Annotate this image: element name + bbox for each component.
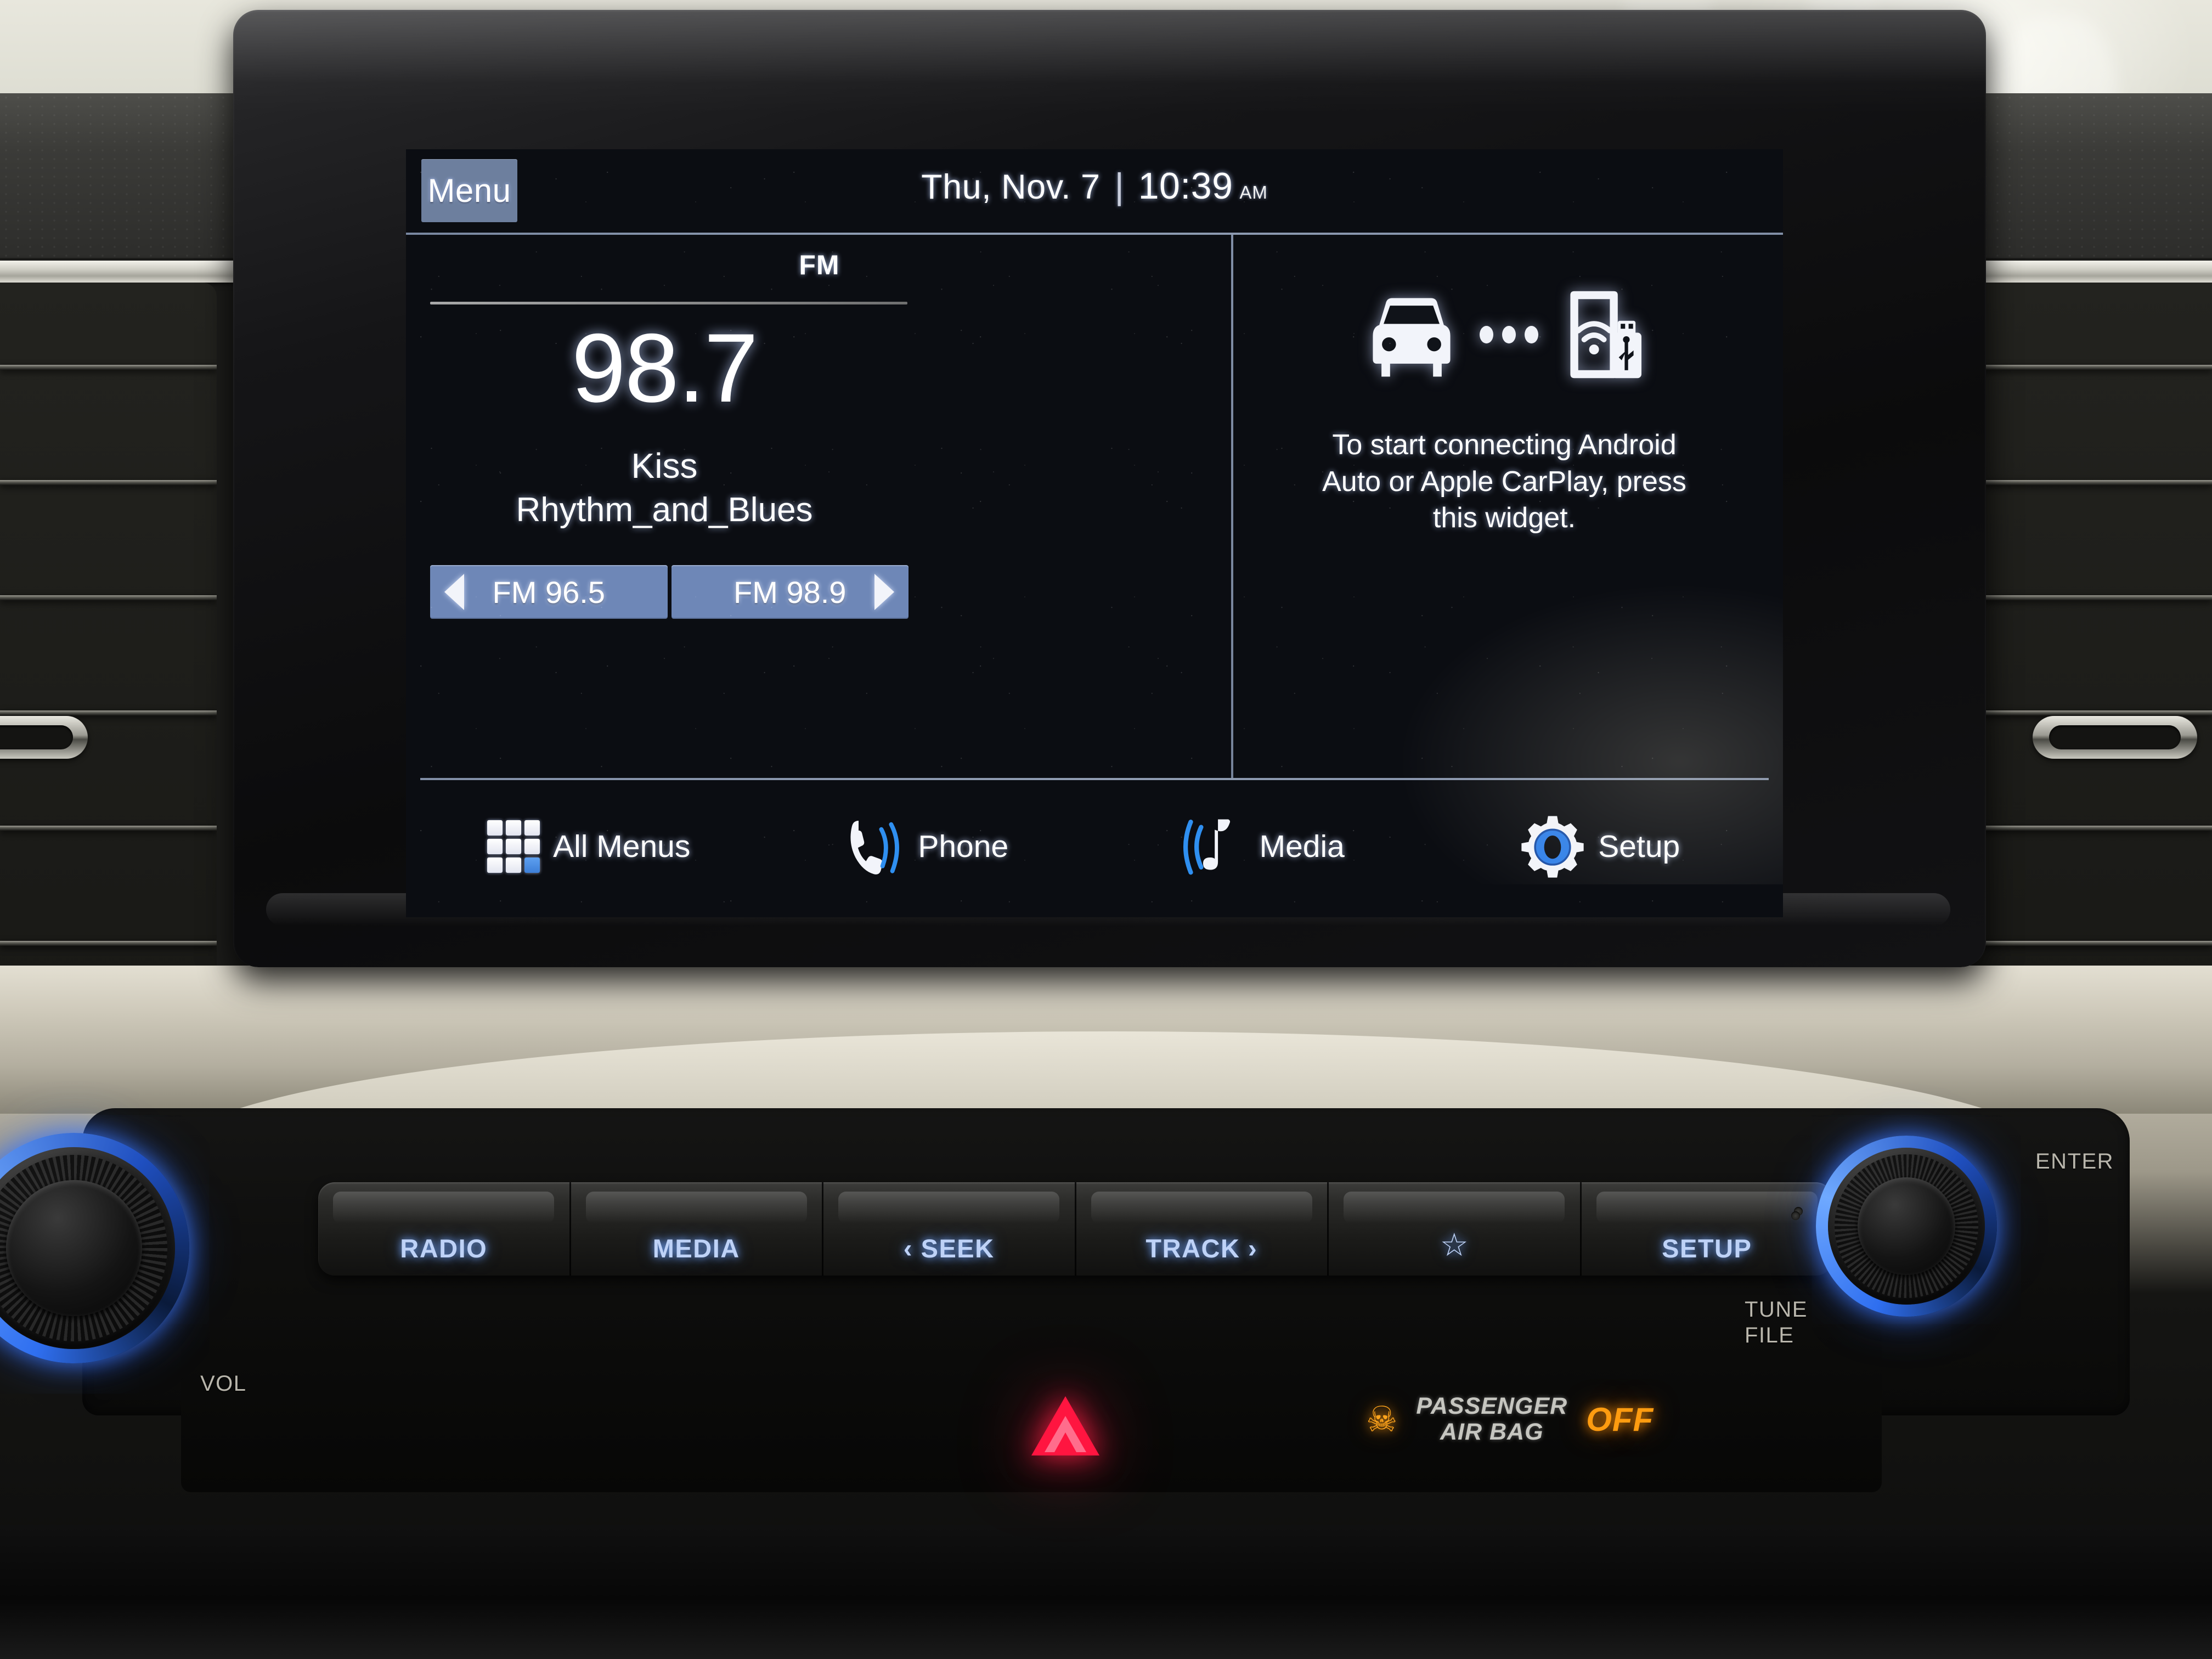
preset-row: FM 96.5 FM 98.9	[430, 565, 909, 619]
grid-icon	[487, 820, 540, 873]
nav-item-phone[interactable]: Phone	[758, 816, 1095, 877]
chevron-left-icon	[444, 574, 464, 610]
panel-vertical-divider	[1231, 235, 1233, 778]
projection-icon-group	[1358, 285, 1651, 384]
frequency-display: 98.7	[571, 313, 758, 422]
hardware-button-track[interactable]: TRACK ›	[1076, 1182, 1329, 1276]
station-genre: Rhythm_and_Blues	[516, 491, 813, 529]
tune-knob-label-line2: FILE	[1745, 1323, 1795, 1347]
hardware-button-seek-label: ‹ SEEK	[903, 1234, 995, 1263]
hardware-button-track-label: TRACK ›	[1146, 1234, 1258, 1263]
panel-bottom-divider	[420, 778, 1769, 780]
panel-indicator-dot	[1791, 1211, 1800, 1220]
date-text: Thu, Nov. 7	[921, 168, 1101, 206]
hardware-button-setup-label: SETUP	[1662, 1234, 1752, 1263]
passenger-airbag-icon: ☠	[1366, 1400, 1398, 1440]
car-icon	[1372, 298, 1451, 377]
date-time-separator: |	[1114, 166, 1124, 206]
preset-next-button[interactable]: FM 98.9	[671, 565, 909, 619]
phone-wifi-usb-icon	[1570, 291, 1641, 379]
hardware-button-favorite[interactable]: ☆	[1329, 1182, 1582, 1276]
airbag-label-line2: AIR BAG	[1440, 1419, 1544, 1446]
tune-knob-label-line1: TUNE	[1745, 1297, 1808, 1322]
hardware-button-panel: RADIO MEDIA ‹ SEEK TRACK › ☆ SETUP	[318, 1182, 1832, 1276]
volume-knob-label: VOL	[200, 1372, 247, 1396]
air-vent-left[interactable]	[0, 283, 217, 990]
header-divider	[406, 233, 1783, 235]
date-time-display: Thu, Nov. 7 | 10:39 AM	[406, 165, 1783, 207]
hazard-triangle-icon[interactable]	[1031, 1396, 1099, 1455]
music-note-icon	[1183, 819, 1230, 875]
vent-adjuster-left[interactable]	[0, 716, 88, 759]
hardware-button-radio[interactable]: RADIO	[318, 1182, 571, 1276]
preset-previous-button[interactable]: FM 96.5	[430, 565, 668, 619]
nav-label-all-menus: All Menus	[553, 829, 691, 864]
enter-knob-label: ENTER	[2035, 1149, 2114, 1173]
infotainment-display[interactable]: Menu Thu, Nov. 7 | 10:39 AM FM 98.7 Kiss…	[406, 149, 1783, 917]
bottom-nav-bar: All Menus Phone Media Setup	[420, 785, 1769, 909]
projection-message: To start connecting Android Auto or Appl…	[1322, 429, 1686, 534]
infotainment-photo: Menu Thu, Nov. 7 | 10:39 AM FM 98.7 Kiss…	[0, 0, 2212, 1659]
gear-icon	[1521, 816, 1584, 878]
hardware-button-radio-label: RADIO	[400, 1234, 488, 1263]
nav-item-setup[interactable]: Setup	[1432, 814, 1769, 879]
hardware-button-media-label: MEDIA	[652, 1234, 740, 1263]
hardware-button-seek[interactable]: ‹ SEEK	[823, 1182, 1076, 1276]
airbag-status-off: OFF	[1586, 1401, 1654, 1438]
meridiem-text: AM	[1239, 182, 1268, 202]
nav-label-phone: Phone	[918, 829, 1009, 864]
chevron-right-icon	[874, 574, 894, 610]
nav-label-setup: Setup	[1598, 829, 1680, 864]
airbag-label-line1: PASSENGER	[1416, 1393, 1568, 1419]
air-vent-right[interactable]	[1950, 283, 2212, 990]
connection-dots-icon	[1479, 326, 1538, 343]
preset-previous-label: FM 96.5	[492, 574, 605, 610]
nav-item-all-menus[interactable]: All Menus	[420, 820, 758, 873]
hardware-button-media[interactable]: MEDIA	[571, 1182, 823, 1276]
vent-adjuster-right[interactable]	[2033, 716, 2197, 759]
band-underline	[430, 302, 907, 304]
star-icon: ☆	[1440, 1227, 1469, 1263]
nav-item-media[interactable]: Media	[1094, 814, 1432, 879]
tune-enter-knob[interactable]	[1816, 1136, 1997, 1317]
radio-panel[interactable]: FM 98.7 Kiss Rhythm_and_Blues FM 96.5 FM…	[420, 237, 1218, 777]
bottom-strip	[0, 1525, 2212, 1659]
time-text: 10:39	[1138, 165, 1233, 207]
band-label: FM	[799, 250, 840, 280]
status-bar: Menu Thu, Nov. 7 | 10:39 AM	[406, 149, 1783, 233]
phone-icon	[850, 820, 900, 874]
hardware-button-setup[interactable]: SETUP	[1582, 1182, 1833, 1276]
station-name: Kiss	[631, 446, 698, 486]
nav-label-media: Media	[1259, 829, 1345, 864]
preset-next-label: FM 98.9	[733, 574, 847, 610]
projection-widget[interactable]: To start connecting Android Auto or Appl…	[1240, 237, 1769, 777]
passenger-airbag-indicator: ☠ PASSENGER AIR BAG OFF	[1366, 1393, 1654, 1446]
